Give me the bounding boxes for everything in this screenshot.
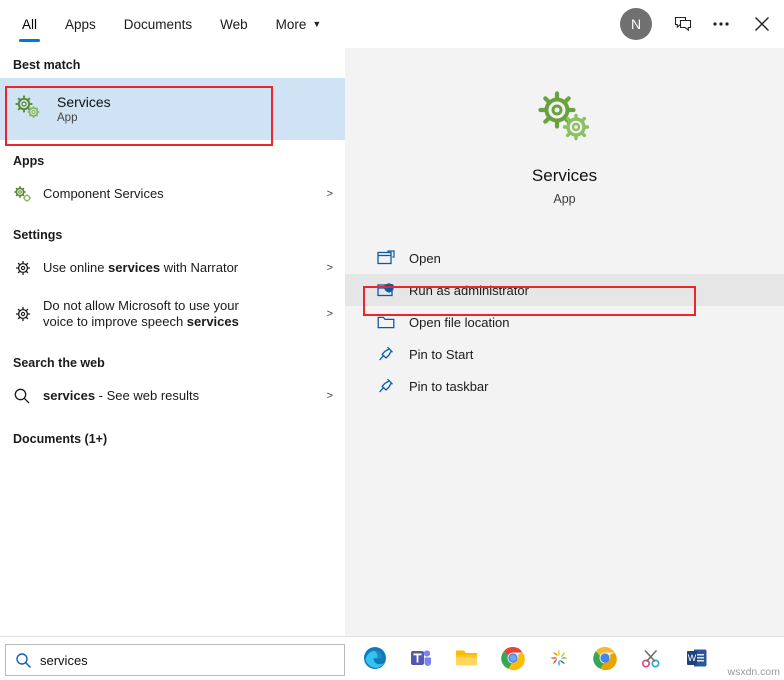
tab-web-label: Web (220, 16, 248, 32)
search-flyout-window: All Apps Documents Web More ▼ N Best mat… (0, 0, 784, 680)
web-header: Search the web (13, 356, 105, 370)
result-component-services-label: Component Services (43, 185, 164, 201)
feedback-icon[interactable] (664, 0, 702, 48)
svg-text:W: W (688, 653, 697, 663)
search-icon (13, 387, 43, 405)
settings-gear-icon (13, 258, 43, 278)
snip-sketch-icon[interactable] (628, 636, 674, 680)
action-pin-to-start-label: Pin to Start (409, 346, 474, 362)
tab-documents-label: Documents (123, 16, 193, 32)
settings-header: Settings (13, 228, 63, 242)
photos-icon[interactable] (536, 636, 582, 680)
app-actions-list: Open Run as administrator Open file loca… (345, 242, 784, 402)
label-post: with Narrator (160, 259, 239, 275)
app-hero: Services App (345, 48, 784, 206)
action-pin-to-start[interactable]: Pin to Start (345, 338, 784, 370)
top-bar-right-controls: N (620, 0, 784, 48)
label-line2-bold: services (186, 314, 239, 329)
best-match-title: Services (57, 94, 111, 110)
open-window-icon (377, 250, 409, 266)
tab-apps-label: Apps (65, 16, 96, 32)
apps-header: Apps (13, 154, 45, 168)
tab-apps[interactable]: Apps (51, 0, 110, 48)
action-run-as-administrator-label: Run as administrator (409, 282, 529, 298)
action-run-as-administrator[interactable]: Run as administrator (345, 274, 784, 306)
component-services-icon (13, 184, 43, 204)
action-pin-to-taskbar-label: Pin to taskbar (409, 378, 489, 394)
chevron-right-icon[interactable]: > (327, 390, 333, 402)
label-pre: Use online (43, 259, 109, 275)
label-bold: services (108, 259, 161, 275)
action-pin-to-taskbar[interactable]: Pin to taskbar (345, 370, 784, 402)
label-line2-pre: voice to improve speech (43, 314, 187, 329)
tab-all-label: All (22, 16, 38, 32)
teams-icon[interactable] (398, 636, 444, 680)
result-speech-services-label: Do not allow Microsoft to use your voice… (43, 298, 239, 331)
result-narrator-online-services[interactable]: Use online services with Narrator > (0, 248, 345, 288)
best-match-highlight-strip (272, 78, 345, 140)
pin-icon (377, 346, 409, 362)
tab-all[interactable]: All (8, 0, 51, 48)
action-open-file-location[interactable]: Open file location (345, 306, 784, 338)
folder-icon (377, 314, 409, 330)
ellipsis-icon[interactable] (702, 0, 740, 48)
documents-header: Documents (1+) (13, 432, 108, 446)
chevron-right-icon[interactable]: > (327, 308, 333, 320)
top-filter-bar: All Apps Documents Web More ▼ N (0, 0, 784, 48)
edge-icon[interactable] (352, 636, 398, 680)
avatar-initial: N (630, 16, 642, 32)
result-narrator-label: Use online services with Narrator (43, 260, 238, 276)
search-box[interactable] (5, 644, 345, 676)
avatar[interactable]: N (620, 8, 652, 40)
filter-tabs: All Apps Documents Web More ▼ (0, 0, 335, 48)
result-web-services-label: services - See web results (43, 388, 199, 404)
taskbar: W wsxdn.com (0, 636, 784, 680)
pin-icon (377, 378, 409, 394)
hero-title: Services (531, 166, 598, 185)
search-input[interactable] (40, 652, 300, 668)
search-icon (6, 652, 40, 669)
services-gears-icon (13, 92, 57, 127)
shield-window-icon (377, 282, 409, 298)
hero-subtitle: App (553, 192, 576, 206)
chrome-canary-icon[interactable] (582, 636, 628, 680)
action-open[interactable]: Open (345, 242, 784, 274)
chevron-down-icon: ▼ (312, 18, 322, 29)
action-open-file-location-label: Open file location (409, 314, 510, 330)
chevron-right-icon[interactable]: > (327, 262, 333, 274)
label-bold: services (43, 387, 96, 403)
details-pane: Services App Open Run as administrator O… (345, 48, 784, 636)
settings-gear-icon (13, 304, 43, 324)
label-line1: Do not allow Microsoft to use your (43, 297, 239, 313)
watermark: wsxdn.com (727, 666, 780, 678)
tab-more-label: More (275, 16, 307, 32)
chevron-right-icon[interactable]: > (327, 188, 333, 200)
result-component-services[interactable]: Component Services > (0, 174, 345, 214)
result-web-services[interactable]: services - See web results > (0, 376, 345, 416)
best-match-header: Best match (13, 58, 81, 72)
word-icon[interactable]: W (674, 636, 720, 680)
services-gears-icon (345, 86, 784, 148)
action-open-label: Open (409, 250, 441, 266)
close-icon[interactable] (740, 0, 784, 48)
label-post: - See web results (95, 387, 200, 403)
chrome-icon[interactable] (490, 636, 536, 680)
result-best-match-services[interactable]: Services App (0, 78, 272, 140)
file-explorer-icon[interactable] (444, 636, 490, 680)
tab-documents[interactable]: Documents (110, 0, 206, 48)
taskbar-icons: W (352, 636, 720, 680)
results-pane: Best match Services App Apps Component S… (0, 48, 345, 636)
tab-web[interactable]: Web (206, 0, 262, 48)
best-match-subtitle: App (57, 112, 78, 124)
result-speech-services[interactable]: Do not allow Microsoft to use your voice… (0, 288, 345, 340)
tab-more[interactable]: More ▼ (262, 0, 336, 48)
